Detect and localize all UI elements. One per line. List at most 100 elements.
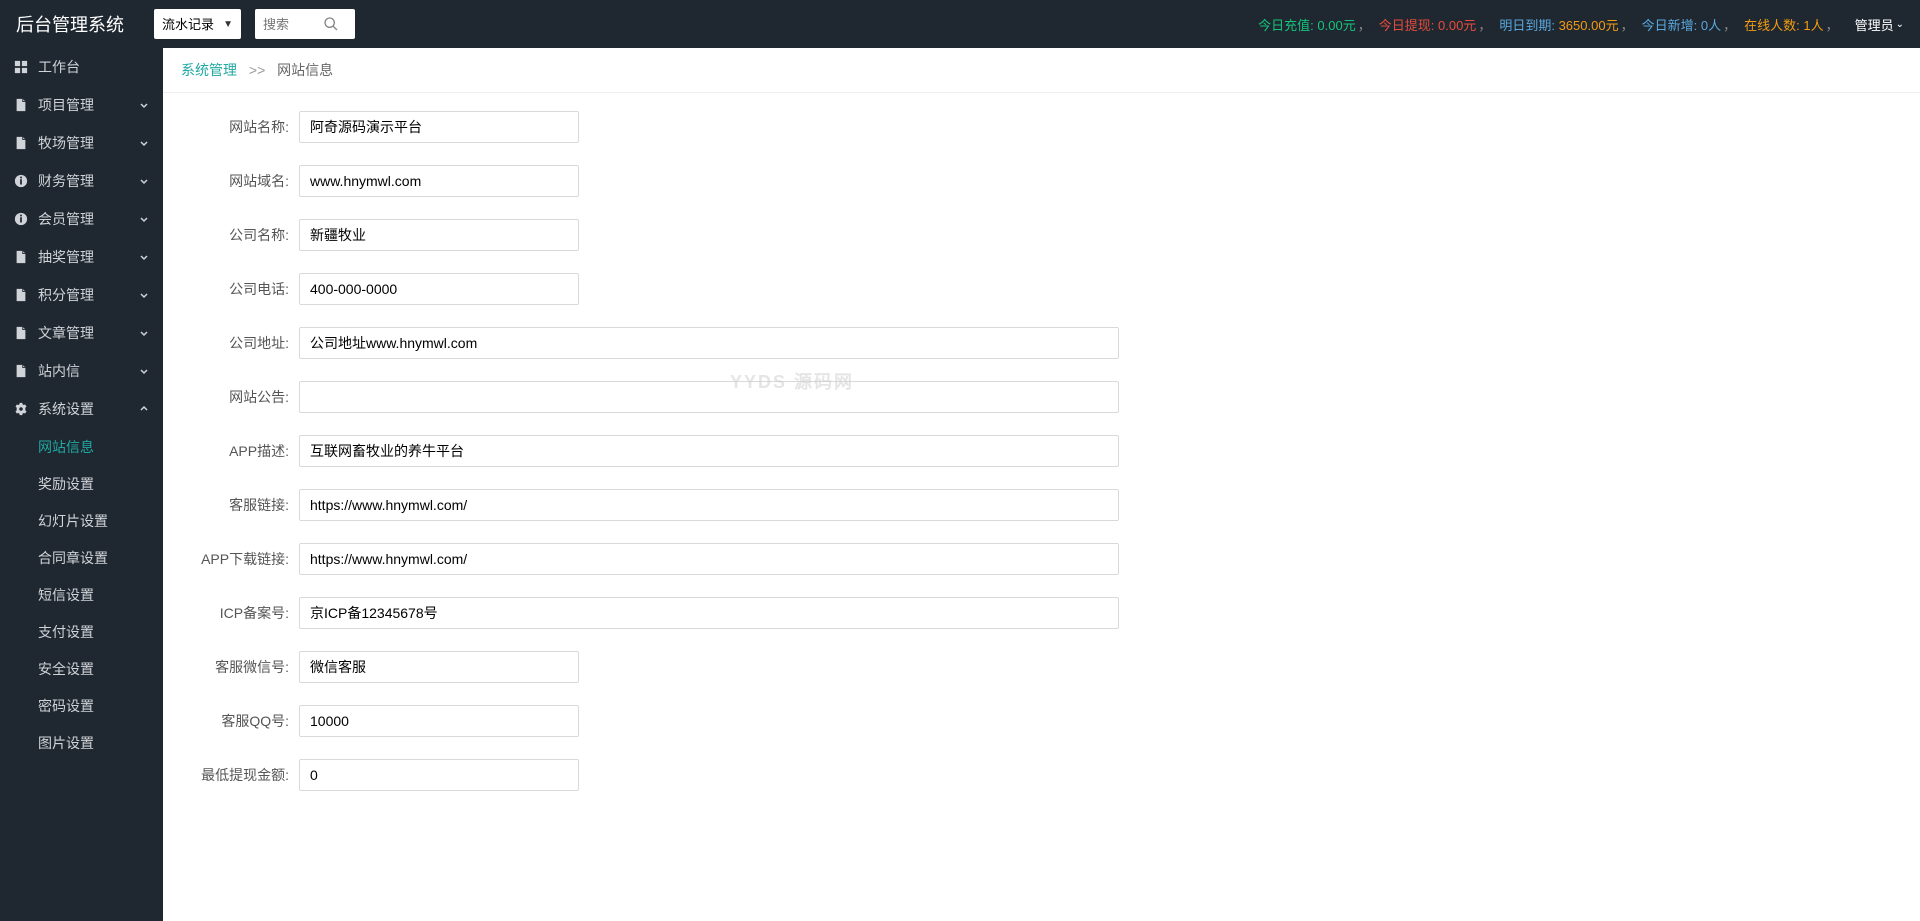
form-row: 公司电话: (181, 273, 1902, 305)
sidebar-sub-item[interactable]: 合同章设置 (0, 539, 163, 576)
sidebar-sub-item[interactable]: 幻灯片设置 (0, 502, 163, 539)
header: 后台管理系统 流水记录 ▼ 今日充值: 0.00元，今日提现: 0.00元，明日… (0, 0, 1920, 48)
form-label: 公司地址: (181, 333, 299, 353)
chevron-down-icon (139, 214, 149, 224)
sidebar-item[interactable]: 财务管理 (0, 162, 163, 200)
sidebar-item-label: 牧场管理 (38, 133, 139, 153)
stat-value: 0.00元 (1317, 15, 1355, 34)
chevron-down-icon (139, 366, 149, 376)
sidebar-sub-item[interactable]: 网站信息 (0, 428, 163, 465)
comma: ， (1826, 15, 1839, 34)
doc-icon (14, 326, 28, 340)
stat-item: 明日到期: 3650.00元， (1499, 15, 1635, 34)
form-input[interactable] (299, 111, 579, 143)
form-input[interactable] (299, 327, 1119, 359)
sidebar-item[interactable]: 文章管理 (0, 314, 163, 352)
form-input[interactable] (299, 219, 579, 251)
sidebar-item[interactable]: 积分管理 (0, 276, 163, 314)
form-input[interactable] (299, 489, 1119, 521)
sidebar-item-label: 项目管理 (38, 95, 139, 115)
form-row: APP下载链接: (181, 543, 1902, 575)
form-input[interactable] (299, 597, 1119, 629)
form-row: ICP备案号: (181, 597, 1902, 629)
form-input[interactable] (299, 273, 579, 305)
record-select[interactable]: 流水记录 ▼ (154, 9, 241, 39)
sidebar-item[interactable]: 牧场管理 (0, 124, 163, 162)
sidebar-item[interactable]: 抽奖管理 (0, 238, 163, 276)
form-label: 最低提现金额: (181, 765, 299, 785)
search-box[interactable] (255, 9, 355, 39)
form-row: 客服QQ号: (181, 705, 1902, 737)
form-label: 网站域名: (181, 171, 299, 191)
chevron-down-icon (139, 404, 149, 414)
stat-label: 在线人数: (1744, 15, 1800, 34)
doc-icon (14, 250, 28, 264)
sidebar-item-label: 系统设置 (38, 399, 139, 419)
form-input[interactable] (299, 543, 1119, 575)
search-icon (323, 16, 339, 32)
stat-value: 0人 (1701, 15, 1721, 34)
sidebar-item-label: 财务管理 (38, 171, 139, 191)
sidebar-item-label: 会员管理 (38, 209, 139, 229)
sidebar-sub-item[interactable]: 短信设置 (0, 576, 163, 613)
stat-item: 今日提现: 0.00元， (1379, 15, 1494, 34)
comma: ， (1723, 15, 1736, 34)
sidebar-sub-item[interactable]: 密码设置 (0, 687, 163, 724)
form-row: 网站公告: (181, 381, 1902, 413)
form-label: 客服微信号: (181, 657, 299, 677)
sidebar-item[interactable]: 会员管理 (0, 200, 163, 238)
stat-label: 今日新增: (1642, 15, 1698, 34)
form-label: APP下载链接: (181, 549, 299, 569)
form-row: APP描述: (181, 435, 1902, 467)
sidebar-item-label: 工作台 (38, 57, 149, 77)
form-input[interactable] (299, 165, 579, 197)
form-input[interactable] (299, 435, 1119, 467)
chevron-down-icon (139, 100, 149, 110)
admin-user-menu[interactable]: 管理员⌄ (1855, 15, 1904, 34)
chevron-down-icon (139, 138, 149, 148)
form-input[interactable] (299, 705, 579, 737)
form-row: 客服链接: (181, 489, 1902, 521)
form-input[interactable] (299, 651, 579, 683)
form-input[interactable] (299, 759, 579, 791)
chevron-down-icon (139, 328, 149, 338)
stat-item: 今日新增: 0人， (1642, 15, 1739, 34)
form-row: 最低提现金额: (181, 759, 1902, 791)
form-row: 客服微信号: (181, 651, 1902, 683)
stat-label: 今日提现: (1379, 15, 1435, 34)
form-label: 客服QQ号: (181, 711, 299, 731)
breadcrumb-current: 网站信息 (277, 62, 333, 78)
sidebar-sub-item[interactable]: 支付设置 (0, 613, 163, 650)
sidebar: 工作台项目管理牧场管理财务管理会员管理抽奖管理积分管理文章管理站内信系统设置网站… (0, 48, 163, 921)
form-input[interactable] (299, 381, 1119, 413)
form-row: 网站名称: (181, 111, 1902, 143)
doc-icon (14, 288, 28, 302)
chevron-down-icon (139, 252, 149, 262)
sidebar-sub-item[interactable]: 图片设置 (0, 724, 163, 761)
header-stats: 今日充值: 0.00元，今日提现: 0.00元，明日到期: 3650.00元，今… (1258, 15, 1904, 34)
sidebar-item[interactable]: 站内信 (0, 352, 163, 390)
form-row: 网站域名: (181, 165, 1902, 197)
sidebar-item[interactable]: 项目管理 (0, 86, 163, 124)
sidebar-item-label: 站内信 (38, 361, 139, 381)
dashboard-icon (14, 60, 28, 74)
stat-item: 今日充值: 0.00元， (1258, 15, 1373, 34)
sidebar-sub-item[interactable]: 安全设置 (0, 650, 163, 687)
comma: ， (1478, 15, 1491, 34)
form-label: 网站公告: (181, 387, 299, 407)
info-icon (14, 212, 28, 226)
breadcrumb-link[interactable]: 系统管理 (181, 62, 237, 78)
admin-label: 管理员 (1855, 15, 1894, 34)
form-label: APP描述: (181, 441, 299, 461)
chevron-down-icon (139, 176, 149, 186)
chevron-down-icon: ⌄ (1896, 19, 1904, 30)
sidebar-item[interactable]: 系统设置 (0, 390, 163, 428)
content: 系统管理 >> 网站信息 网站名称: 网站域名: 公司名称: 公司电话: 公司地址: 网站… (163, 48, 1920, 921)
form-label: ICP备案号: (181, 603, 299, 623)
breadcrumb-sep: >> (249, 62, 265, 78)
sidebar-item[interactable]: 工作台 (0, 48, 163, 86)
comma: ， (1358, 15, 1371, 34)
sidebar-sub-item[interactable]: 奖励设置 (0, 465, 163, 502)
form-row: 公司名称: (181, 219, 1902, 251)
search-input[interactable] (263, 17, 323, 32)
